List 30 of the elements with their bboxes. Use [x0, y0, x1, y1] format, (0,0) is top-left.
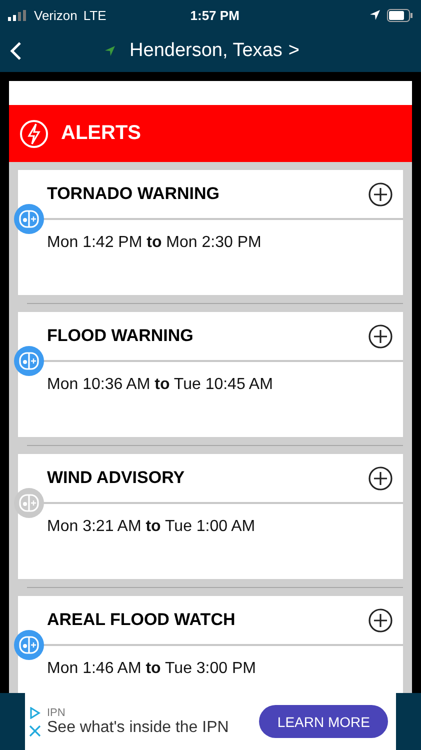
alerts-title: ALERTS — [61, 122, 141, 145]
ad-headline: See what's inside the IPN — [47, 718, 229, 736]
alert-title: WIND ADVISORY — [47, 468, 185, 488]
ad-sponsor: IPN — [47, 706, 66, 718]
alert-title: FLOOD WARNING — [47, 326, 194, 346]
location-title[interactable]: Henderson, Texas — [130, 40, 282, 62]
location-arrow-icon — [104, 45, 116, 57]
ad-banner[interactable]: IPN See what's inside the IPN LEARN MORE — [25, 693, 396, 750]
clock-time: 1:57 PM — [190, 8, 240, 22]
expand-plus-icon[interactable] — [368, 182, 393, 206]
learn-more-button[interactable]: LEARN MORE — [259, 705, 388, 738]
alert-title: TORNADO WARNING — [47, 184, 220, 204]
alert-title: AREAL FLOOD WATCH — [47, 610, 236, 630]
battery-icon — [387, 8, 413, 22]
close-icon[interactable] — [29, 724, 41, 736]
location-arrow-icon — [369, 9, 381, 21]
back-icon[interactable] — [10, 41, 22, 61]
alert-period: Mon 10:36 AM to Tue 10:45 AM — [47, 376, 273, 393]
lightning-icon — [19, 118, 49, 148]
alert-period: Mon 1:46 AM to Tue 3:00 PM — [47, 660, 256, 677]
carrier-label: Verizon — [34, 8, 78, 22]
expand-plus-icon[interactable] — [368, 324, 393, 348]
network-label: LTE — [83, 8, 106, 22]
expand-plus-icon[interactable] — [368, 608, 393, 632]
chevron-text[interactable]: > — [288, 40, 300, 62]
alert-period: Mon 3:21 AM to Tue 1:00 AM — [47, 518, 256, 535]
expand-plus-icon[interactable] — [368, 466, 393, 490]
alert-period: Mon 1:42 PM to Mon 2:30 PM — [47, 234, 262, 251]
signal-icon — [8, 10, 28, 20]
play-icon — [29, 706, 41, 718]
